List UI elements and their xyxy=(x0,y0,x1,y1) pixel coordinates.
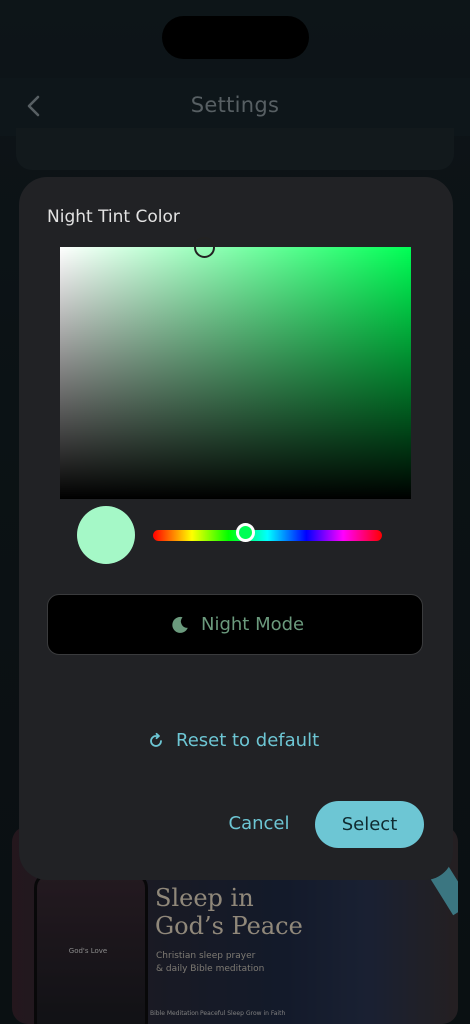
refresh-icon xyxy=(147,732,165,750)
moon-icon xyxy=(170,615,190,635)
color-picker-dialog: Night Tint Color Night Mode Reset to def… xyxy=(19,177,453,880)
saturation-value-picker[interactable] xyxy=(60,237,411,499)
cancel-button[interactable]: Cancel xyxy=(223,802,295,846)
dialog-title: Night Tint Color xyxy=(47,207,180,227)
night-mode-button[interactable]: Night Mode xyxy=(47,594,423,655)
select-button[interactable]: Select xyxy=(315,801,424,848)
hue-slider-thumb[interactable] xyxy=(235,523,255,542)
color-preview-swatch xyxy=(77,506,135,564)
saturation-value-handle[interactable] xyxy=(194,237,215,258)
night-mode-label: Night Mode xyxy=(201,614,305,635)
hue-slider[interactable] xyxy=(153,523,382,542)
reset-label: Reset to default xyxy=(176,730,320,751)
